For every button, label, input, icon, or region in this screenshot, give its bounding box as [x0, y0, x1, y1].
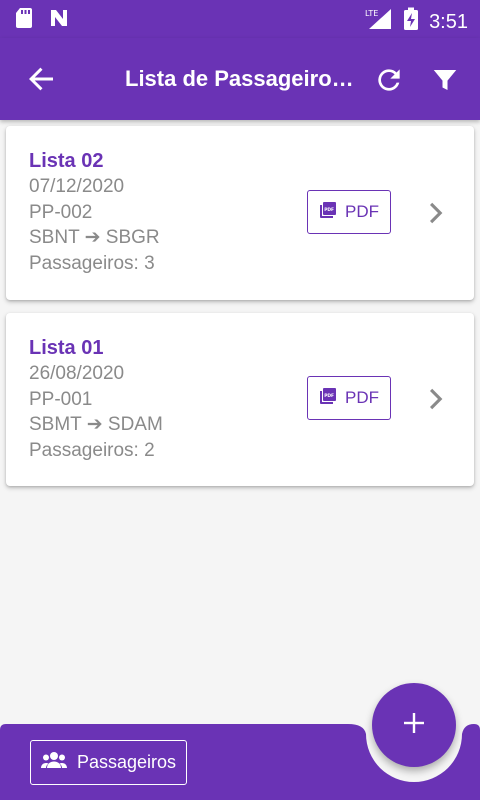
status-time: 3:51	[429, 10, 468, 33]
pdf-button[interactable]: PDF PDF	[307, 190, 391, 234]
list-name: Lista 01	[29, 337, 104, 359]
pdf-icon: PDF	[319, 201, 337, 224]
passengers-button[interactable]: Passageiros	[30, 740, 187, 785]
add-list-button[interactable]	[372, 683, 456, 767]
list-passengers: Passageiros: 3	[29, 252, 155, 274]
n-notification-icon	[48, 7, 70, 34]
pdf-icon: PDF	[319, 387, 337, 410]
list-name: Lista 02	[29, 150, 104, 172]
pdf-label: PDF	[345, 388, 379, 407]
battery-charging-icon	[403, 7, 419, 36]
list-date: 26/08/2020	[29, 363, 125, 384]
list-code: PP-001	[29, 388, 93, 410]
passengers-button-label: Passageiros	[76, 752, 177, 772]
list-info: Lista 01 26/08/2020 PP-001 SBMT ➔ SDAM P…	[29, 335, 163, 463]
chevron-right-icon[interactable]	[423, 386, 445, 412]
pdf-label: PDF	[345, 202, 379, 221]
list-date: 07/12/2020	[29, 176, 125, 197]
list-route: SBMT ➔ SDAM	[29, 414, 163, 435]
lte-signal-icon: LTE	[365, 7, 393, 36]
list-route: SBNT ➔ SBGR	[29, 227, 160, 248]
back-arrow-icon[interactable]	[26, 64, 56, 94]
list-passengers: Passageiros: 2	[29, 439, 155, 461]
network-label: LTE	[365, 9, 378, 18]
page-title: Lista de Passageiro…	[125, 66, 354, 91]
list-info: Lista 02 07/12/2020 PP-002 SBNT ➔ SBGR P…	[29, 148, 160, 276]
sd-card-icon	[14, 7, 34, 34]
svg-text:PDF: PDF	[324, 392, 334, 398]
pdf-button[interactable]: PDF PDF	[307, 376, 391, 420]
list-code: PP-002	[29, 201, 93, 223]
refresh-icon[interactable]	[373, 64, 405, 96]
chevron-right-icon[interactable]	[423, 200, 445, 226]
filter-icon[interactable]	[430, 65, 460, 95]
status-bar: LTE 3:51	[0, 0, 480, 38]
list-card[interactable]: Lista 01 26/08/2020 PP-001 SBMT ➔ SDAM P…	[6, 313, 474, 486]
people-icon	[40, 751, 67, 774]
list-card[interactable]: Lista 02 07/12/2020 PP-002 SBNT ➔ SBGR P…	[6, 126, 474, 300]
app-bar: Lista de Passageiro…	[0, 38, 480, 120]
svg-text:PDF: PDF	[324, 206, 334, 212]
plus-icon	[403, 712, 425, 739]
